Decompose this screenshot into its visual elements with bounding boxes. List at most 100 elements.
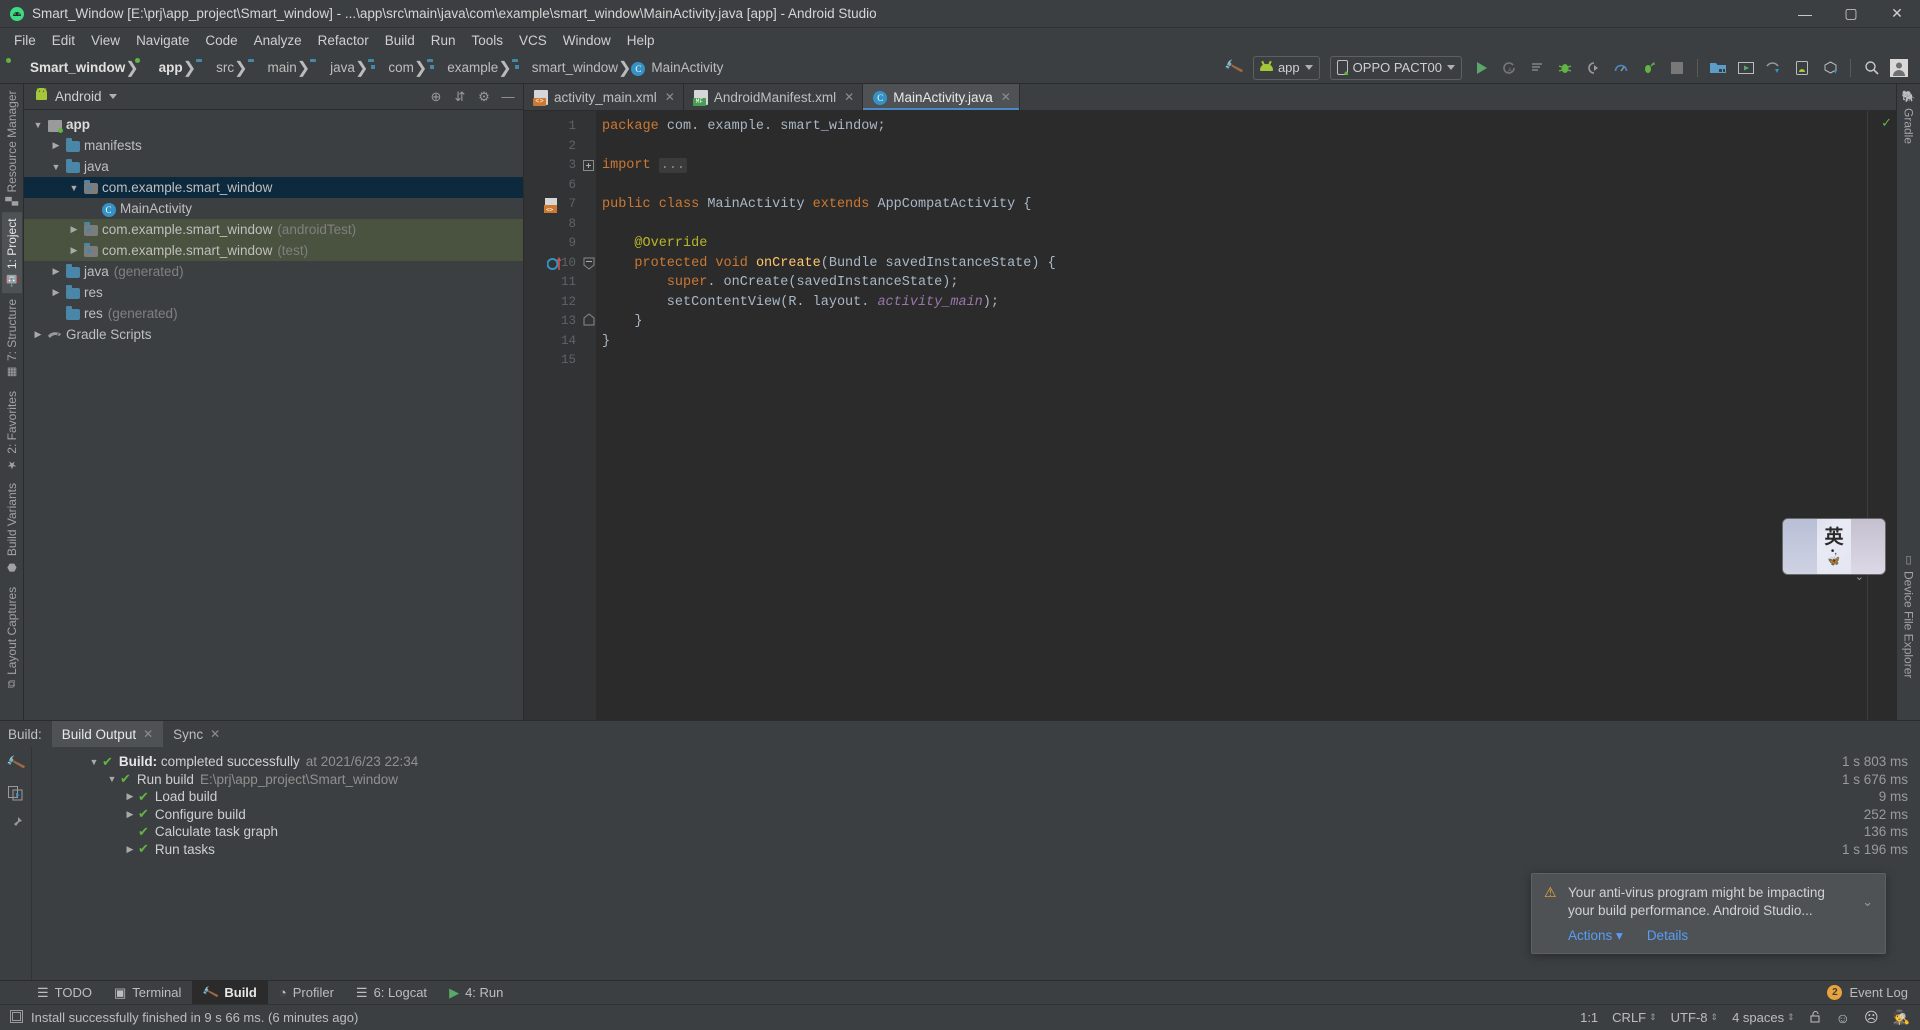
- build-row-run-tasks[interactable]: ▶ ✔ Run tasks 1 s 196 ms: [32, 841, 1920, 859]
- ime-status-widget[interactable]: 英 •, 🦋: [1782, 518, 1886, 575]
- breadcrumb-com[interactable]: com: [368, 60, 414, 75]
- project-view-selector[interactable]: Android: [55, 89, 102, 104]
- tree-item-res[interactable]: ▶ res: [24, 282, 523, 303]
- details-link[interactable]: Details: [1647, 928, 1688, 944]
- expand-arrow-icon[interactable]: ▶: [122, 791, 138, 802]
- search-icon[interactable]: [1858, 55, 1884, 81]
- close-icon[interactable]: ✕: [844, 90, 854, 104]
- fold-expand-icon[interactable]: [582, 156, 596, 176]
- menu-file[interactable]: File: [6, 31, 44, 50]
- collapse-all-icon[interactable]: ⇵: [449, 86, 471, 108]
- tree-item-gradle-scripts[interactable]: ▶ Gradle Scripts: [24, 324, 523, 345]
- build-row-run-build[interactable]: ▼ ✔ Run build E:\prj\app_project\Smart_w…: [32, 771, 1920, 789]
- chevron-down-icon[interactable]: [108, 94, 117, 99]
- expand-arrow-icon[interactable]: ▼: [48, 162, 64, 172]
- sidebar-item-gradle[interactable]: 🐘 Gradle: [1899, 84, 1919, 150]
- caret-position[interactable]: 1:1: [1580, 1010, 1598, 1025]
- fold-end-icon[interactable]: [582, 312, 596, 332]
- editor-body[interactable]: 1 2 3 6 <> 7 8 9 10 11 12 13 14 15 packa…: [524, 111, 1896, 720]
- happy-face-icon[interactable]: ☺: [1836, 1010, 1850, 1026]
- event-log-label[interactable]: Event Log: [1849, 985, 1908, 1000]
- close-icon[interactable]: ✕: [665, 90, 675, 104]
- encoding-selector[interactable]: UTF-8 ⇕: [1671, 1010, 1718, 1025]
- breadcrumb-src[interactable]: src: [196, 60, 234, 75]
- settings-gear-icon[interactable]: ⚙: [473, 86, 495, 108]
- menu-code[interactable]: Code: [197, 31, 245, 50]
- expand-arrow-icon[interactable]: ▶: [66, 224, 82, 235]
- tab-androidmanifest-xml[interactable]: AndroidManifest.xml ✕: [684, 84, 864, 110]
- build-hammer-icon[interactable]: 🔨: [1221, 55, 1247, 81]
- expand-arrow-icon[interactable]: ▶: [66, 245, 82, 256]
- close-icon[interactable]: ✕: [1001, 90, 1011, 104]
- sidebar-item-layout-captures[interactable]: ⧉ Layout Captures: [2, 581, 22, 694]
- breadcrumb-smart-window[interactable]: smart_window: [512, 60, 618, 75]
- tab-todo[interactable]: ☰ TODO: [26, 981, 103, 1004]
- rerun-build-icon[interactable]: 🔨: [4, 751, 28, 775]
- inspection-status-icon[interactable]: ✓: [1881, 115, 1892, 131]
- close-icon[interactable]: ✕: [210, 727, 220, 741]
- build-row-configure-build[interactable]: ▶ ✔ Configure build 252 ms: [32, 806, 1920, 824]
- build-row-load-build[interactable]: ▶ ✔ Load build 9 ms: [32, 788, 1920, 806]
- stop-icon[interactable]: [1664, 55, 1690, 81]
- sidebar-item-project[interactable]: 🤖 1: Project: [1, 211, 22, 293]
- menu-refactor[interactable]: Refactor: [310, 31, 377, 50]
- breadcrumb-example[interactable]: example: [427, 60, 498, 75]
- tree-item-mainactivity[interactable]: C MainActivity: [24, 198, 523, 219]
- tree-item-app[interactable]: ▼ app: [24, 114, 523, 135]
- menu-analyze[interactable]: Analyze: [246, 31, 310, 50]
- notification-balloon[interactable]: ⚠ Your anti-virus program might be impac…: [1531, 873, 1886, 954]
- minimize-button[interactable]: —: [1782, 0, 1828, 28]
- tab-run[interactable]: ▶ 4: Run: [438, 981, 514, 1004]
- tree-item-package-androidtest[interactable]: ▶ com.example.smart_window (androidTest): [24, 219, 523, 240]
- menu-build[interactable]: Build: [377, 31, 423, 50]
- code-text[interactable]: package com. example. smart_window; impo…: [596, 111, 1882, 720]
- chevron-down-icon[interactable]: ⌄: [1862, 894, 1873, 910]
- project-tree[interactable]: ▼ app ▶ manifests ▼ java ▼ com.example.s…: [24, 110, 523, 720]
- apply-changes-icon[interactable]: A: [1496, 55, 1522, 81]
- expand-arrow-icon[interactable]: ▶: [48, 287, 64, 298]
- sidebar-item-favorites[interactable]: ★ 2: Favorites: [2, 385, 22, 478]
- event-log-area[interactable]: 2 Event Log: [1827, 981, 1920, 1004]
- breadcrumb-java[interactable]: java: [310, 60, 355, 75]
- menu-edit[interactable]: Edit: [44, 31, 83, 50]
- fold-collapse-icon[interactable]: [582, 254, 596, 274]
- expand-arrow-icon[interactable]: ▶: [122, 844, 138, 855]
- folded-imports[interactable]: ...: [658, 158, 688, 173]
- tab-profiler[interactable]: ◔ Profiler: [268, 981, 345, 1004]
- sidebar-item-resource-manager[interactable]: ▞ Resource Manager: [2, 84, 22, 212]
- tree-item-res-generated[interactable]: res (generated): [24, 303, 523, 324]
- sync-gradle-icon[interactable]: [1761, 55, 1787, 81]
- tab-activity-main-xml[interactable]: activity_main.xml ✕: [524, 84, 684, 110]
- menu-tools[interactable]: Tools: [464, 31, 512, 50]
- pin-icon[interactable]: [4, 811, 28, 835]
- hat-face-icon[interactable]: 🕵: [1893, 1009, 1910, 1026]
- expand-arrow-icon[interactable]: ▼: [66, 183, 82, 193]
- menu-navigate[interactable]: Navigate: [128, 31, 197, 50]
- line-separator-selector[interactable]: CRLF ⇕: [1612, 1010, 1657, 1025]
- run-with-coverage-icon[interactable]: [1636, 55, 1662, 81]
- sidebar-item-device-file-explorer[interactable]: ▯ Device File Explorer: [1899, 547, 1919, 684]
- indent-selector[interactable]: 4 spaces ⇕: [1732, 1010, 1795, 1025]
- avd-manager-icon[interactable]: [1733, 55, 1759, 81]
- tree-item-java-generated[interactable]: ▶ java (generated): [24, 261, 523, 282]
- close-icon[interactable]: ✕: [143, 727, 153, 741]
- menu-vcs[interactable]: VCS: [511, 31, 555, 50]
- code-folding-gutter[interactable]: [582, 111, 596, 720]
- debug-icon[interactable]: [1552, 55, 1578, 81]
- tab-logcat[interactable]: ☰ 6: Logcat: [345, 981, 438, 1004]
- unlocked-icon[interactable]: [1809, 1010, 1822, 1026]
- attach-debugger-icon[interactable]: [1580, 55, 1606, 81]
- avatar-icon[interactable]: [1886, 55, 1912, 81]
- menu-view[interactable]: View: [83, 31, 128, 50]
- tab-terminal[interactable]: ▣ Terminal: [103, 981, 192, 1004]
- build-row-calculate-task-graph[interactable]: ✔ Calculate task graph 136 ms: [32, 823, 1920, 841]
- locate-icon[interactable]: ⊕: [425, 86, 447, 108]
- expand-arrow-icon[interactable]: ▼: [30, 120, 46, 130]
- run-configuration-selector[interactable]: app: [1252, 55, 1320, 80]
- line-number-gutter[interactable]: 1 2 3 6 <> 7 8 9 10 11 12 13 14 15: [524, 111, 582, 720]
- sidebar-item-build-variants[interactable]: ⬣ Build Variants: [2, 477, 22, 580]
- ime-collapse-icon[interactable]: ⌄: [1855, 570, 1864, 583]
- expand-arrow-icon[interactable]: ▼: [86, 757, 102, 767]
- breadcrumb-app[interactable]: app: [139, 60, 183, 75]
- hide-icon[interactable]: —: [497, 86, 519, 108]
